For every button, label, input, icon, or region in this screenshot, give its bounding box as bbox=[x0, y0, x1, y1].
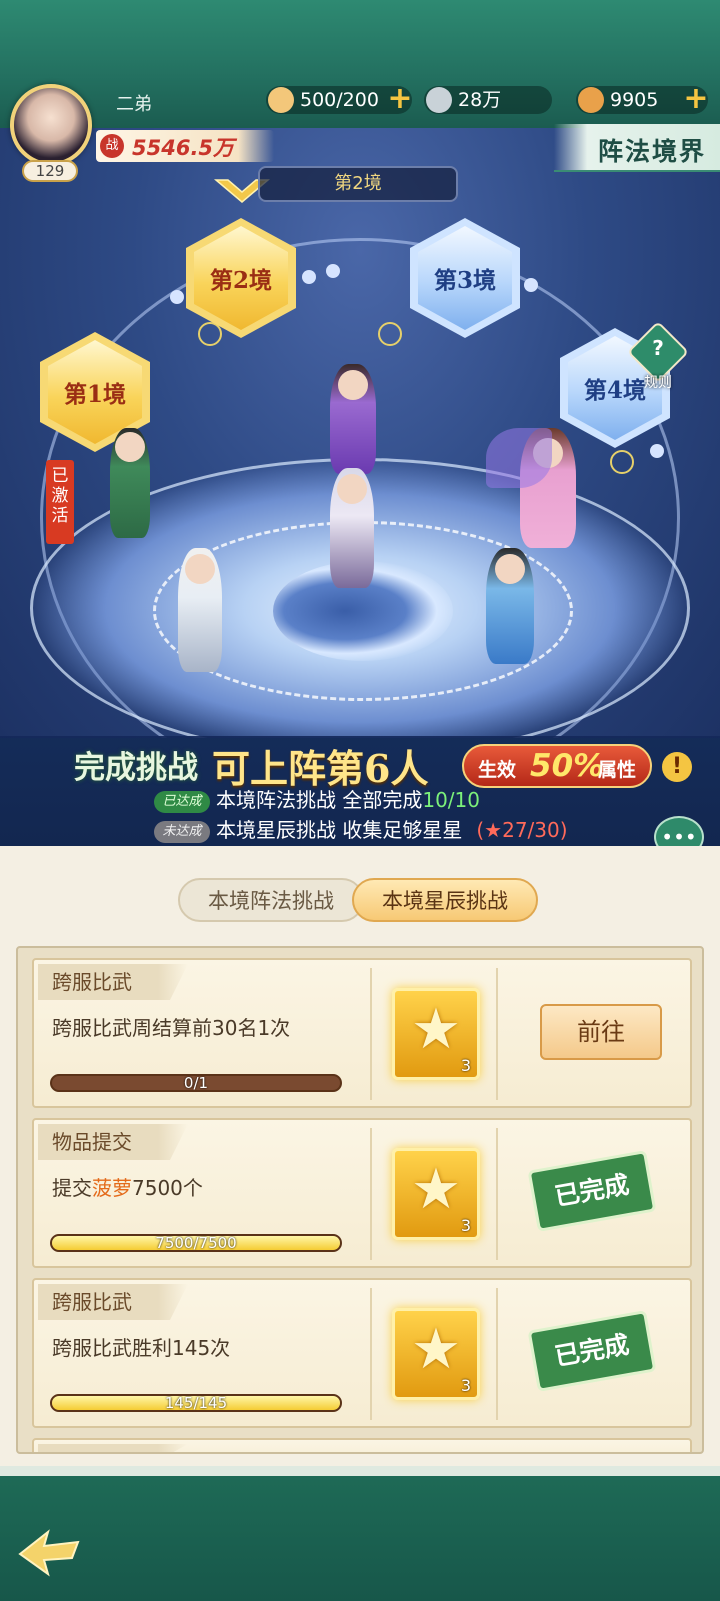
activated-badge: 已激活 bbox=[46, 460, 74, 544]
challenge-tabs: 本境阵法挑战 本境星辰挑战 bbox=[178, 878, 550, 922]
current-stage-label: 第2境 bbox=[258, 166, 458, 202]
resource-jade[interactable]: 9905 + bbox=[576, 84, 710, 115]
task-progress-bar: 145/145 bbox=[50, 1394, 342, 1412]
stage-2-label: 第2境 bbox=[194, 226, 288, 330]
requirement-row-2: 未达成 本境星辰挑战 收集足够星星 (★27/30) bbox=[154, 814, 568, 843]
hero-green-warrior[interactable] bbox=[110, 428, 150, 538]
challenge-heading: 完成挑战 bbox=[74, 750, 198, 786]
task-card bbox=[32, 1438, 692, 1452]
info-alert-icon[interactable]: ! bbox=[662, 752, 692, 782]
coin-icon bbox=[426, 87, 452, 113]
completed-stamp: 已完成 bbox=[527, 1150, 657, 1232]
task-progress-text: 0/1 bbox=[183, 1074, 209, 1092]
task-description: 跨服比武胜利145次 bbox=[52, 1336, 231, 1360]
star-icon: ★ bbox=[410, 1317, 462, 1382]
task-progress-bar: 7500/7500 bbox=[50, 1234, 342, 1252]
top-bar: 二弟 500/200 + 28万 9905 + bbox=[0, 0, 720, 128]
jade-icon bbox=[578, 87, 604, 113]
combat-power-value: 5546.5万 bbox=[132, 136, 235, 160]
task-card: 跨服比武 跨服比武胜利145次 145/145 ★ 3 已完成 bbox=[32, 1278, 692, 1428]
task-card: 物品提交 提交菠萝7500个 7500/7500 ★ 3 已完成 bbox=[32, 1118, 692, 1268]
goto-button[interactable]: 前往 bbox=[540, 1004, 662, 1060]
hero-blue-swordsman[interactable] bbox=[486, 548, 534, 664]
task-title: 物品提交 bbox=[38, 1124, 188, 1160]
star-reward[interactable]: ★ 3 bbox=[392, 1308, 480, 1400]
rules-label: 规则 bbox=[644, 375, 672, 391]
star-icon: ★ bbox=[410, 1157, 462, 1222]
jade-value: 9905 bbox=[610, 89, 659, 111]
task-progress-text: 7500/7500 bbox=[155, 1234, 237, 1252]
combat-power: 战 5546.5万 bbox=[96, 130, 274, 162]
hero-white-elder[interactable] bbox=[178, 548, 222, 672]
coin-value: 28万 bbox=[458, 89, 502, 111]
rules-button[interactable]: ? 规则 bbox=[626, 320, 690, 392]
effect-percent: 50% bbox=[530, 748, 605, 784]
footer-bar bbox=[0, 1466, 720, 1601]
avatar[interactable] bbox=[10, 84, 92, 166]
tab-formation-challenge[interactable]: 本境阵法挑战 bbox=[178, 878, 364, 922]
stage-3-label: 第3境 bbox=[418, 226, 512, 330]
challenge-info: 完成挑战 可上阵第6人 生效 50% 属性 ! 已达成 本境阵法挑战 全部完成10… bbox=[0, 736, 720, 858]
achieved-tag: 已达成 bbox=[154, 790, 210, 813]
formation-scene: 第2境 第1境 已激活 第2境 第3境 第4境 ? 规则 bbox=[0, 128, 720, 738]
page-title: 阵法境界 bbox=[597, 137, 706, 166]
resource-coin: 28万 bbox=[424, 86, 552, 114]
task-progress-text: 145/145 bbox=[164, 1394, 228, 1412]
requirement-row-1: 已达成 本境阵法挑战 全部完成10/10 bbox=[154, 784, 480, 813]
effect-badge: 生效 50% 属性 bbox=[462, 744, 652, 788]
reward-quantity: 3 bbox=[460, 1216, 471, 1235]
player-name: 二弟 bbox=[116, 94, 152, 115]
task-description: 提交菠萝7500个 bbox=[52, 1176, 203, 1200]
page-title-banner: 阵法境界 bbox=[554, 124, 720, 172]
tab-star-challenge[interactable]: 本境星辰挑战 bbox=[352, 878, 538, 922]
add-jade-button[interactable]: + bbox=[682, 84, 710, 115]
star-reward[interactable]: ★ 3 bbox=[392, 1148, 480, 1240]
buns-icon bbox=[268, 87, 294, 113]
add-buns-button[interactable]: + bbox=[386, 84, 414, 115]
reward-quantity: 3 bbox=[460, 1376, 471, 1395]
back-arrow-icon[interactable] bbox=[14, 1524, 84, 1580]
star-reward[interactable]: ★ 3 bbox=[392, 988, 480, 1080]
hero-purple-mage[interactable] bbox=[330, 364, 376, 474]
hero-white-robe[interactable] bbox=[330, 468, 374, 588]
resource-buns[interactable]: 500/200 + bbox=[266, 84, 414, 115]
buns-value: 500/200 bbox=[300, 89, 379, 111]
task-card: 跨服比武 跨服比武周结算前30名1次 0/1 ★ 3 前往 bbox=[32, 958, 692, 1108]
player-level: 129 bbox=[22, 160, 78, 182]
task-description: 跨服比武周结算前30名1次 bbox=[52, 1016, 291, 1040]
task-progress-bar: 0/1 bbox=[50, 1074, 342, 1092]
butterfly-wings bbox=[486, 428, 552, 488]
task-list[interactable]: 跨服比武 跨服比武周结算前30名1次 0/1 ★ 3 前往 物品提交 提交菠萝7… bbox=[16, 946, 704, 1454]
star-icon: ★ bbox=[410, 997, 462, 1062]
combat-icon: 战 bbox=[100, 134, 124, 158]
task-title: 跨服比武 bbox=[38, 964, 188, 1000]
completed-stamp: 已完成 bbox=[527, 1310, 657, 1392]
task-title: 跨服比武 bbox=[38, 1284, 188, 1320]
unachieved-tag: 未达成 bbox=[154, 820, 210, 843]
reward-quantity: 3 bbox=[460, 1056, 471, 1075]
